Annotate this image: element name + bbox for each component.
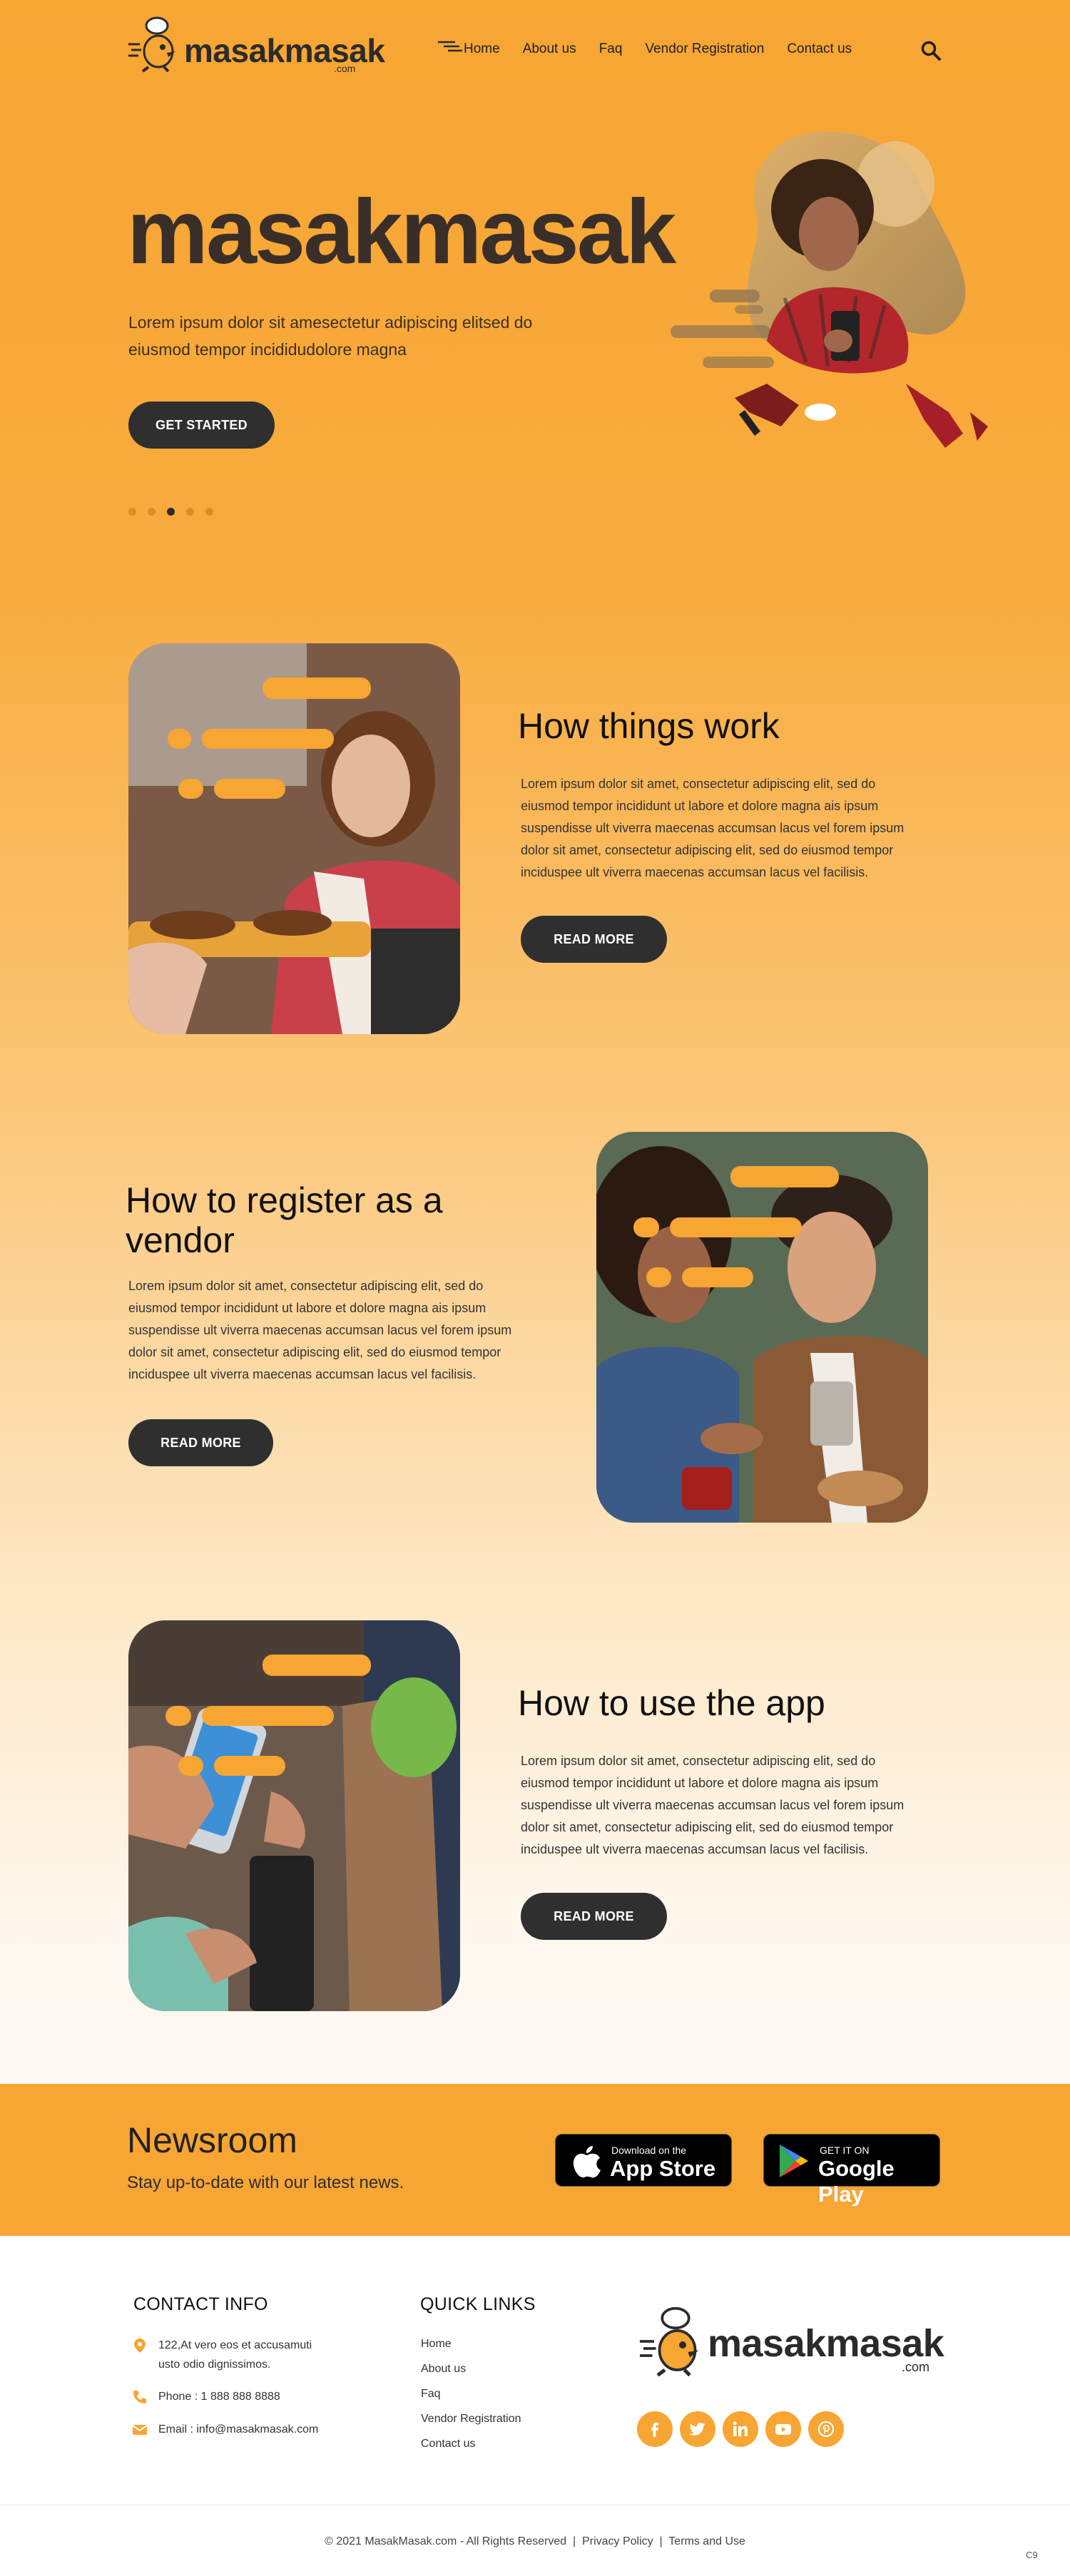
chef-mascot-icon: [640, 2306, 699, 2377]
hero-subtitle: Lorem ipsum dolor sit amesectetur adipis…: [128, 313, 533, 359]
nav-vendor-registration[interactable]: Vendor Registration: [645, 41, 764, 57]
contact-info-heading: CONTACT INFO: [133, 2294, 268, 2314]
pinterest-icon: [817, 2421, 835, 2438]
feature-3-title: How to use the app: [518, 1683, 825, 1723]
page: masakmasak .com Home About us Faq Vendor…: [0, 0, 1070, 2576]
site-logo[interactable]: masakmasak .com: [127, 16, 385, 76]
chef-mascot-icon: [128, 16, 175, 73]
google-play-small-text: GET IT ON: [820, 2145, 870, 2156]
chat-bubble-decoration: [214, 779, 285, 799]
facebook-button[interactable]: [637, 2411, 673, 2447]
site-header: masakmasak .com Home About us Faq Vendor…: [0, 0, 1070, 103]
chat-bubble-decoration: [178, 779, 203, 799]
footer-link-contact-us[interactable]: Contact us: [421, 2438, 475, 2450]
chat-bubble-decoration: [633, 1217, 659, 1237]
app-store-big-text: App Store: [610, 2156, 716, 2181]
feature-1-text: Lorem ipsum dolor sit amet, consectetur …: [521, 777, 905, 879]
main-nav: Home About us Faq Vendor Registration Co…: [438, 41, 875, 57]
feature-2-photo: [596, 1132, 928, 1523]
feature-2-image: [596, 1132, 928, 1523]
feature-3-image: [128, 1620, 460, 2011]
feature-1-title: How things work: [518, 706, 780, 746]
nav-contact-us[interactable]: Contact us: [787, 41, 852, 57]
footer-link-about-us[interactable]: About us: [421, 2363, 466, 2376]
app-store-small-text: Download on the: [611, 2145, 687, 2156]
location-pin-icon: [134, 2339, 146, 2353]
apple-icon: [573, 2146, 601, 2178]
footer-link-vendor-registration[interactable]: Vendor Registration: [421, 2413, 521, 2426]
corner-mark: C9: [1026, 2550, 1038, 2560]
chat-bubble-decoration: [263, 1655, 371, 1676]
nav-faq[interactable]: Faq: [599, 41, 623, 57]
hero-title: masakmasak: [127, 181, 676, 283]
newsroom-title: Newsroom: [127, 2120, 297, 2160]
feature-2-title: How to register as a vendor: [126, 1180, 443, 1260]
carousel-dot[interactable]: [128, 508, 136, 516]
site-footer: CONTACT INFO 122,At vero eos et accusamu…: [0, 2236, 1070, 2576]
chat-bubble-decoration: [202, 1706, 334, 1726]
contact-phone: Phone : 1 888 888 8888: [158, 2391, 280, 2403]
linkedin-button[interactable]: [723, 2411, 758, 2447]
speed-lines-icon: [438, 41, 462, 52]
chat-bubble-decoration: [214, 1756, 285, 1776]
hero-carousel-dots: [128, 508, 225, 516]
carousel-dot[interactable]: [148, 508, 156, 516]
terms-link[interactable]: Terms and Use: [668, 2535, 745, 2547]
chat-bubble-decoration: [165, 1706, 191, 1726]
feature-1-photo: [128, 643, 460, 1034]
youtube-icon: [775, 2424, 791, 2435]
chat-bubble-decoration: [682, 1267, 753, 1287]
twitter-button[interactable]: [680, 2411, 715, 2447]
newsroom-subtitle: Stay up-to-date with our latest news.: [127, 2173, 404, 2192]
carousel-dot[interactable]: [186, 508, 194, 516]
twitter-icon: [689, 2423, 705, 2436]
chat-bubble-decoration: [168, 729, 191, 749]
privacy-policy-link[interactable]: Privacy Policy: [582, 2535, 653, 2547]
logo-domain-suffix: .com: [334, 63, 356, 74]
google-play-big-text: Google Play: [818, 2156, 895, 2207]
email-icon: [132, 2425, 148, 2435]
chat-bubble-decoration: [730, 1166, 839, 1187]
nav-about-us[interactable]: About us: [523, 41, 576, 57]
copyright-text: © 2021 MasakMasak.com - All Rights Reser…: [325, 2535, 567, 2547]
newsroom-banner: Newsroom Stay up-to-date with our latest…: [0, 2084, 1070, 2236]
contact-email[interactable]: Email : info@masakmasak.com: [158, 2420, 318, 2439]
contact-address: 122,At vero eos et accusamuti usto odio …: [158, 2339, 312, 2371]
app-store-button[interactable]: Download on the App Store: [555, 2134, 732, 2187]
chat-bubble-decoration: [178, 1756, 203, 1776]
footer-logo-text: masakmasak: [708, 2322, 944, 2365]
footer-logo[interactable]: masakmasak .com: [636, 2306, 944, 2377]
chat-bubble-decoration: [670, 1217, 802, 1237]
carousel-dot-active[interactable]: [167, 508, 175, 516]
chat-bubble-decoration: [202, 729, 334, 749]
quick-links-heading: QUICK LINKS: [420, 2294, 536, 2314]
chat-bubble-decoration: [646, 1267, 671, 1287]
facebook-icon: [651, 2423, 658, 2437]
carousel-dot[interactable]: [205, 508, 213, 516]
feature-3-text: Lorem ipsum dolor sit amet, consectetur …: [521, 1754, 905, 1856]
separator: |: [659, 2535, 663, 2547]
search-icon[interactable]: [920, 40, 942, 61]
phone-icon: [133, 2391, 146, 2403]
feature-1-read-more-button[interactable]: READ MORE: [521, 916, 667, 963]
separator: |: [573, 2535, 576, 2547]
pinterest-button[interactable]: [808, 2411, 844, 2447]
feature-3-read-more-button[interactable]: READ MORE: [521, 1893, 667, 1940]
feature-2-read-more-button[interactable]: READ MORE: [128, 1419, 273, 1466]
copyright-bar: © 2021 MasakMasak.com - All Rights Reser…: [0, 2535, 1070, 2548]
get-started-button[interactable]: GET STARTED: [128, 402, 275, 449]
nav-home[interactable]: Home: [464, 41, 500, 57]
footer-link-home[interactable]: Home: [421, 2338, 452, 2351]
feature-3-photo: [128, 1620, 460, 2011]
google-play-button[interactable]: GET IT ON Google Play: [763, 2134, 940, 2207]
chat-bubble-decoration: [263, 678, 371, 699]
youtube-button[interactable]: [765, 2411, 801, 2447]
footer-logo-domain-suffix: .com: [902, 2360, 930, 2374]
feature-2-text: Lorem ipsum dolor sit amet, consectetur …: [128, 1279, 512, 1381]
feature-1-image: [128, 643, 460, 1034]
hero-illustration: [671, 131, 988, 448]
linkedin-icon: [733, 2421, 748, 2436]
footer-link-faq[interactable]: Faq: [421, 2388, 441, 2401]
google-play-icon: [780, 2145, 808, 2177]
